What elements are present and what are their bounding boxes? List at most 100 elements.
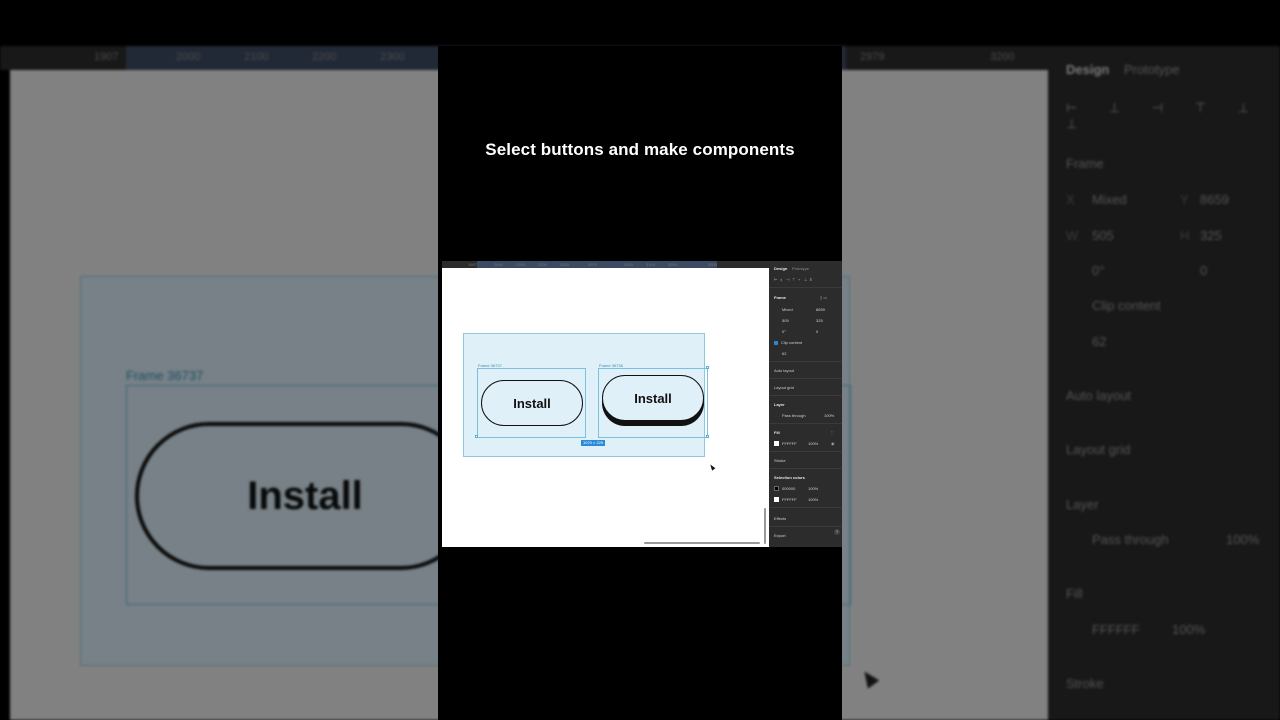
ruler-tick: 1907 (94, 51, 119, 63)
resize-handle[interactable] (475, 435, 478, 438)
selection-color-opacity[interactable]: 100% (808, 497, 818, 502)
ruler-tick: 2100 (516, 262, 525, 267)
fill-styles-icon[interactable]: ∷ (831, 430, 834, 435)
bg-w-value: 505 (1092, 228, 1114, 243)
help-icon[interactable]: ? (834, 529, 840, 535)
bg-fill-opacity: 100% (1172, 622, 1206, 637)
video-caption: Select buttons and make components (485, 140, 795, 159)
tab-prototype[interactable]: Prototype (792, 266, 809, 271)
fill-hex[interactable]: FFFFFF (782, 441, 797, 446)
bg-layer-heading: Layer (1066, 497, 1099, 512)
selection-color-hex[interactable]: FFFFFF (782, 497, 797, 502)
divider (769, 361, 842, 362)
x-value[interactable]: Mixed (782, 307, 793, 312)
ruler-tick: 2200 (312, 51, 337, 63)
selection-color-hex[interactable]: 000000 (782, 486, 795, 491)
editor-ruler-selection (477, 261, 717, 268)
editor-canvas[interactable]: Frame 36737 Frame 36738 Install Install … (442, 268, 769, 547)
h-value[interactable]: 325 (816, 318, 823, 323)
color-swatch-black[interactable] (774, 486, 779, 492)
bg-spacing-value: 62 (1092, 334, 1107, 349)
ruler-tick: 3200 (990, 51, 1015, 63)
install-button-flat[interactable]: Install (481, 380, 583, 426)
selection-colors-heading: Selection colors (774, 475, 805, 480)
layout-grid-section[interactable]: Layout grid (774, 385, 794, 390)
bg-auto-layout: Auto layout (1066, 388, 1132, 403)
color-swatch-white[interactable] (774, 497, 779, 503)
fill-opacity[interactable]: 100% (808, 441, 818, 446)
ruler-tick: 2100 (244, 51, 269, 63)
align-toolbar[interactable]: ⊢ ‡ ⊣ ⊤ + ⊥ ⦀ (774, 277, 816, 282)
spacing-value[interactable]: 62 (782, 351, 786, 356)
export-section[interactable]: Export (774, 533, 786, 538)
radius-value[interactable]: 0 (816, 329, 818, 334)
background-frame-label: Frame 36737 (126, 368, 204, 383)
bg-blend-opacity: 100% (1226, 532, 1260, 547)
fill-row[interactable]: FFFFFF (774, 441, 797, 447)
resize-handle[interactable] (706, 435, 709, 438)
divider (769, 507, 842, 508)
editor-screenshot: 1907 2000 2100 2200 2300 2979 3000 3100 … (442, 261, 842, 547)
fill-heading: Fill (774, 430, 780, 435)
tab-design[interactable]: Design (774, 266, 787, 271)
bg-tab-prototype: Prototype (1124, 62, 1180, 77)
bg-tab-design: Design (1066, 62, 1110, 77)
distribute-icon[interactable]: ⦀ (810, 277, 816, 282)
selection-color-opacity[interactable]: 100% (808, 486, 818, 491)
divider (769, 423, 842, 424)
effects-section[interactable]: Effects (774, 516, 786, 521)
y-value[interactable]: 8659 (816, 307, 825, 312)
bg-h-value: 325 (1200, 228, 1222, 243)
ruler-tick: 3300 (708, 262, 717, 267)
ruler-tick: 2300 (380, 51, 405, 63)
ruler-tick: 2979 (588, 262, 597, 267)
bg-blend-mode: Pass through (1092, 532, 1169, 547)
frame-heading: Frame (774, 295, 787, 300)
bg-h-label: H (1180, 228, 1190, 243)
auto-layout-section[interactable]: Auto layout (774, 368, 794, 373)
ruler-tick: 2300 (560, 262, 569, 267)
blend-mode-select[interactable]: Pass through (782, 413, 806, 418)
w-value[interactable]: 505 (782, 318, 789, 323)
divider (769, 287, 842, 288)
bg-fill-heading: Fill (1066, 586, 1083, 601)
bg-clip-content: Clip content (1092, 298, 1161, 313)
divider (769, 468, 842, 469)
clip-content-checkbox[interactable] (774, 340, 778, 345)
bg-x-value: Mixed (1092, 192, 1127, 207)
bg-fill-hex: FFFFFF (1092, 622, 1140, 637)
vertical-scrollbar[interactable] (764, 508, 766, 544)
clip-content-label: Clip content (781, 340, 803, 345)
layer-opacity[interactable]: 100% (824, 413, 834, 418)
bg-y-value: 8659 (1200, 192, 1229, 207)
eye-icon[interactable]: ◉ (831, 441, 835, 446)
rotation-value[interactable]: 0° (782, 329, 786, 334)
install-button-shadow[interactable]: Install (602, 375, 704, 421)
fill-swatch[interactable] (774, 441, 779, 447)
design-panel: Design Prototype ⊢ ‡ ⊣ ⊤ + ⊥ ⦀ Frame ▯ ▭ Mixed… (769, 261, 842, 547)
divider (769, 526, 842, 527)
ruler-tick: 3200 (668, 262, 677, 267)
bg-frame-heading: Frame (1066, 156, 1104, 171)
bg-rotation-value: 0° (1092, 263, 1105, 278)
bg-radius-value: 0 (1200, 263, 1208, 278)
clip-content-row[interactable]: Clip content (774, 340, 802, 345)
divider (769, 451, 842, 452)
background-install-button: Install (135, 422, 475, 570)
selection-size-badge: 1070 × 225 (581, 440, 606, 446)
ruler-tick: 2979 (860, 51, 885, 63)
divider (769, 378, 842, 379)
selection-color-row[interactable]: 000000 (774, 486, 795, 492)
ruler-tick: 3000 (624, 262, 633, 267)
background-design-panel: Design Prototype ⊢ ⊥ ⊣ ⊤ ⊥ ⊥ Frame X Mix… (1048, 46, 1280, 720)
divider (769, 395, 842, 396)
orientation-icons[interactable]: ▯ ▭ (820, 295, 827, 300)
stroke-section[interactable]: Stroke (774, 458, 786, 463)
selection-color-row[interactable]: FFFFFF (774, 497, 797, 503)
resize-handle[interactable] (706, 366, 709, 369)
bg-layout-grid: Layout grid (1066, 442, 1131, 457)
bg-align-icons: ⊢ ⊥ ⊣ ⊤ ⊥ ⊥ (1066, 100, 1264, 131)
horizontal-scrollbar[interactable] (644, 542, 760, 544)
bg-y-label: Y (1180, 192, 1189, 207)
bg-stroke-heading: Stroke (1066, 676, 1104, 691)
